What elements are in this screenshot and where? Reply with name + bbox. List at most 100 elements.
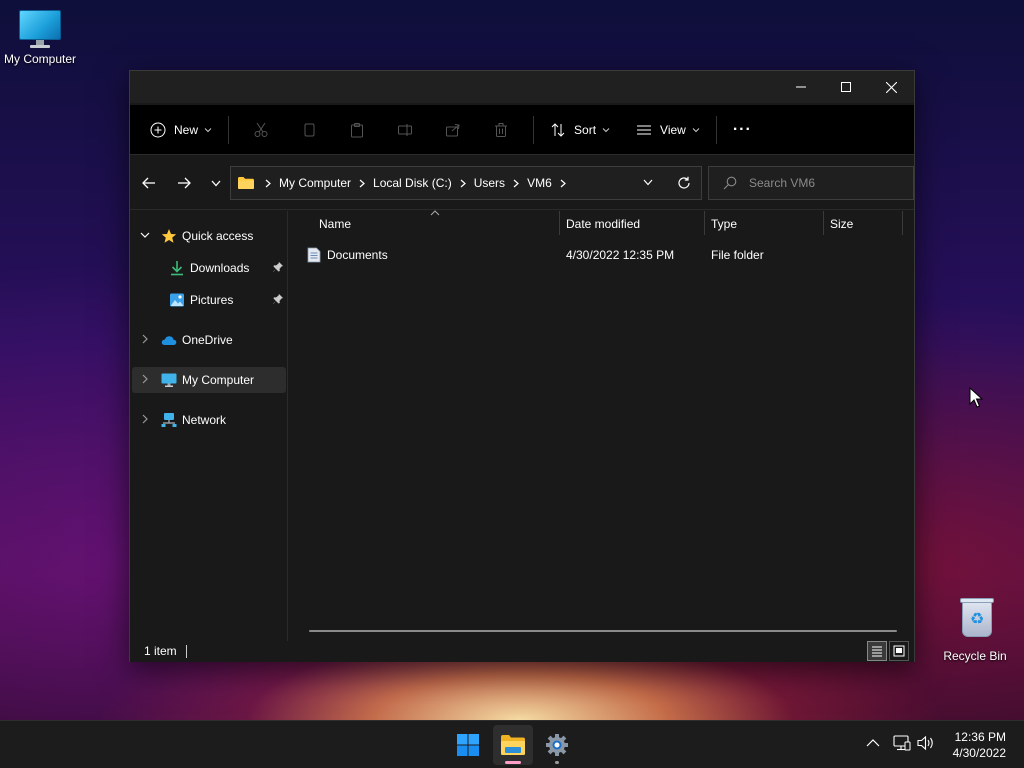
table-row[interactable]: Documents 4/30/2022 12:35 PM File folder [289,241,914,269]
close-icon [885,81,897,93]
download-icon [169,260,185,276]
clock[interactable]: 12:36 PM 4/30/2022 [953,729,1006,761]
rename-button[interactable] [381,114,429,146]
paste-button[interactable] [333,114,381,146]
breadcrumb-my-computer[interactable]: My Computer [279,176,351,190]
sidebar-item-downloads[interactable]: Downloads [132,255,286,281]
column-header-name[interactable]: Name [313,211,559,237]
item-count: 1 item [144,644,177,658]
chevron-down-icon [692,127,700,133]
start-button[interactable] [448,725,488,765]
network-icon[interactable] [893,735,911,751]
large-icons-view-icon [893,645,905,657]
taskbar: 12:36 PM 4/30/2022 [0,720,1024,768]
mouse-cursor-icon [969,386,984,411]
chevron-right-icon [460,179,466,188]
settings-icon [546,734,568,756]
cut-button[interactable] [237,114,285,146]
delete-icon [495,122,508,137]
column-header-size[interactable]: Size [824,211,902,237]
command-bar: New Sort View ··· [130,105,914,155]
address-bar[interactable]: My Computer Local Disk (C:) Users VM6 [230,166,702,200]
command-separator [533,115,535,144]
start-icon [457,734,479,756]
pictures-icon [169,292,185,308]
chevron-right-icon [513,179,519,188]
address-history-button[interactable] [643,179,653,186]
view-label: View [660,122,686,137]
new-button[interactable]: New [142,114,220,146]
delete-button[interactable] [477,114,525,146]
recycle-bin-icon: ♻ [959,597,994,639]
breadcrumb-users[interactable]: Users [474,176,505,190]
desktop-icon-my-computer[interactable]: My Computer [0,10,80,66]
copy-button[interactable] [285,114,333,146]
paste-icon [351,122,364,137]
chevron-up-icon[interactable] [866,738,880,748]
volume-icon[interactable] [917,735,935,751]
navigation-bar: My Computer Local Disk (C:) Users VM6 Se… [130,156,914,210]
arrow-right-icon [178,177,191,189]
column-header-type[interactable]: Type [705,211,823,237]
chevron-right-icon [265,179,271,188]
star-icon [161,228,177,244]
refresh-icon [678,176,690,189]
minimize-button[interactable] [778,71,824,103]
file-list: Name Date modified Type Size Documents 4… [289,210,914,641]
settings-taskbar-button[interactable] [537,725,577,765]
running-app-indicator [555,761,559,764]
pin-icon [272,293,284,305]
chevron-down-icon[interactable] [140,230,150,240]
network-icon [161,412,177,428]
desktop-icon-recycle-bin[interactable]: ♻ Recycle Bin [935,597,1015,663]
refresh-button[interactable] [677,176,691,190]
rename-icon [398,123,413,136]
navigation-pane: Quick access Downloads Pictures OneDrive… [130,211,288,641]
clock-time: 12:36 PM [954,730,1006,744]
column-header-date-modified[interactable]: Date modified [560,211,704,237]
file-explorer-icon [501,735,525,755]
sidebar-item-label: My Computer [182,373,255,387]
minimize-icon [796,86,806,88]
sidebar-item-label: Downloads [190,261,250,275]
sidebar-item-onedrive[interactable]: OneDrive [132,327,286,353]
pin-icon [272,261,284,273]
computer-icon [19,10,61,50]
command-separator [228,115,230,144]
sidebar-item-my-computer[interactable]: My Computer [132,367,286,393]
back-button[interactable] [136,171,162,195]
file-explorer-window: New Sort View ··· My Computer Local Disk… [129,70,915,662]
sort-button[interactable]: Sort [542,114,618,146]
chevron-down-icon [602,127,610,133]
title-bar[interactable] [130,71,914,103]
forward-button[interactable] [171,171,197,195]
details-view-icon [872,646,882,657]
chevron-down-icon [204,127,212,133]
more-options-button[interactable]: ··· [725,114,760,146]
maximize-button[interactable] [823,71,869,103]
chevron-right-icon[interactable] [140,334,150,344]
details-view-button[interactable] [867,641,887,661]
column-divider[interactable] [902,211,903,235]
sidebar-item-quick-access[interactable]: Quick access [132,223,286,249]
horizontal-scrollbar[interactable] [309,630,897,632]
sidebar-item-network[interactable]: Network [132,407,286,433]
chevron-right-icon[interactable] [140,414,150,424]
file-explorer-taskbar-button[interactable] [493,725,533,765]
search-icon [723,176,737,190]
sidebar-item-label: Quick access [182,229,254,243]
new-label: New [174,122,199,137]
recent-locations-button[interactable] [203,171,229,195]
close-button[interactable] [868,71,914,103]
arrow-left-icon [142,177,155,189]
sidebar-item-pictures[interactable]: Pictures [132,287,286,313]
share-button[interactable] [429,114,477,146]
share-icon [446,123,460,136]
chevron-right-icon[interactable] [140,374,150,384]
breadcrumb-local-disk[interactable]: Local Disk (C:) [373,176,452,190]
large-icons-view-button[interactable] [889,641,909,661]
search-input[interactable]: Search VM6 [708,166,914,200]
search-placeholder: Search VM6 [749,176,816,190]
breadcrumb-vm6[interactable]: VM6 [527,176,552,190]
view-button[interactable]: View [628,114,708,146]
